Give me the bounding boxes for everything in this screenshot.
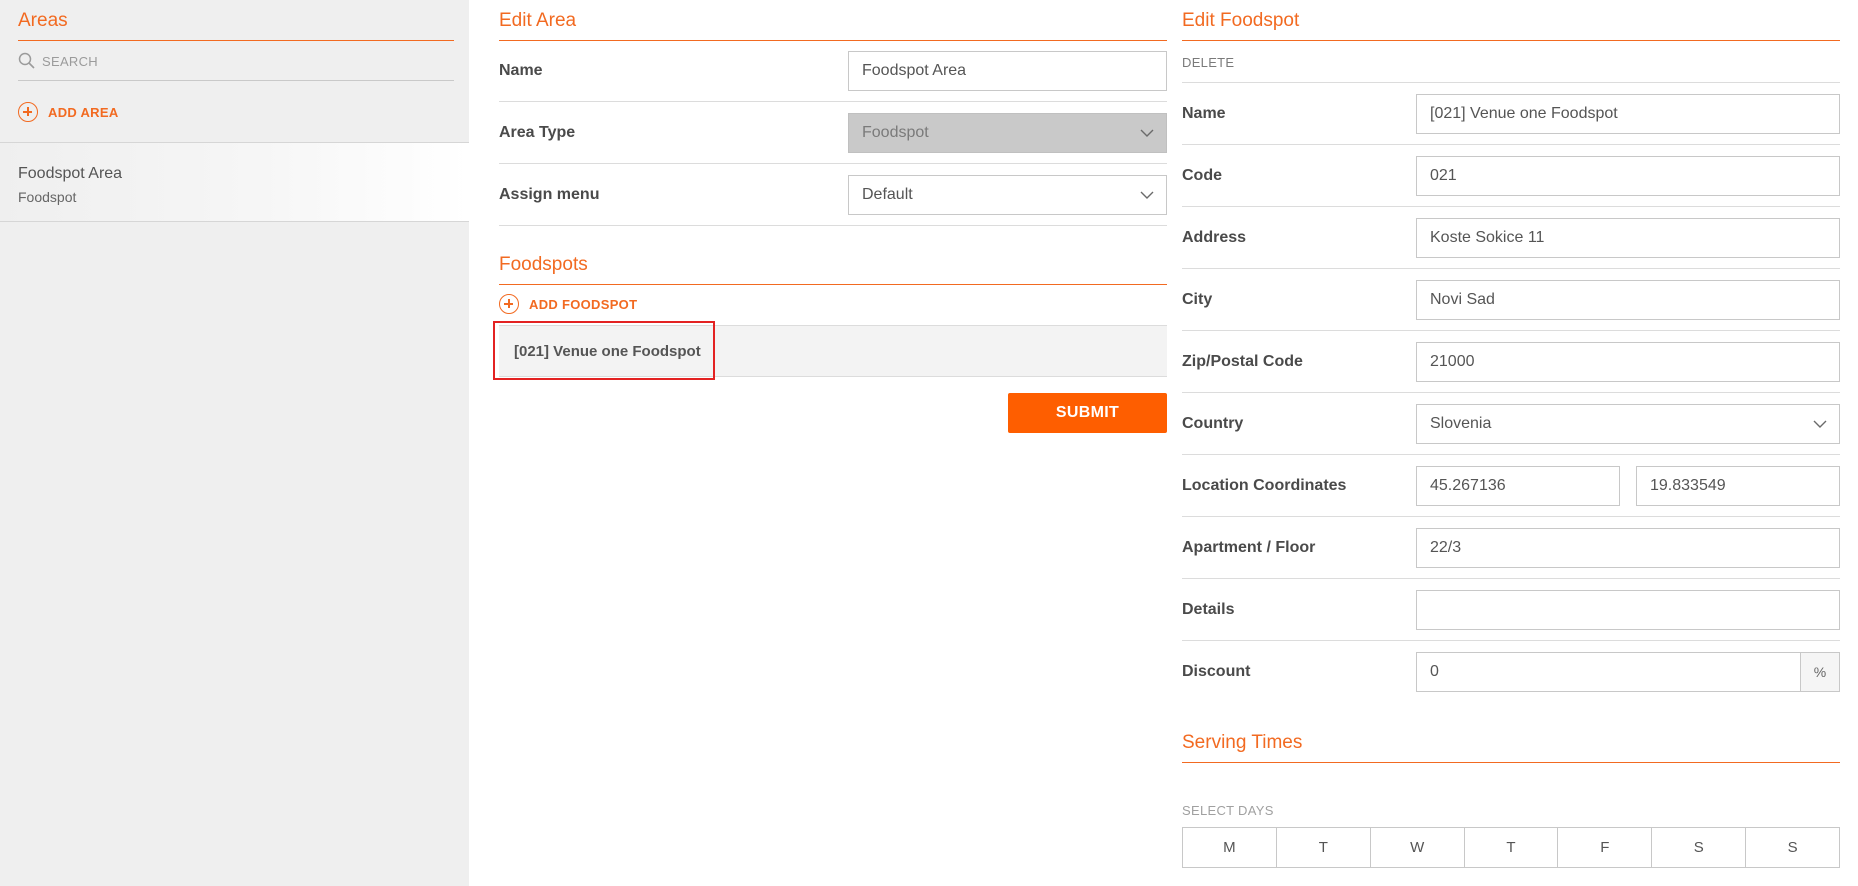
- edit-area-title: Edit Area: [499, 10, 577, 31]
- discount-input[interactable]: 0 %: [1416, 652, 1840, 692]
- add-foodspot-button[interactable]: ADD FOODSPOT: [499, 294, 637, 314]
- country-row: Country Slovenia: [1182, 393, 1840, 455]
- search-input[interactable]: [42, 54, 442, 69]
- details-input[interactable]: [1416, 589, 1840, 630]
- chevron-down-icon: [1140, 191, 1154, 199]
- location-row: Location Coordinates 45.267136 19.833549: [1182, 455, 1840, 517]
- foodspot-name-label: Name: [1182, 104, 1226, 122]
- add-circle-icon: [499, 294, 519, 314]
- foodspots-title: Foodspots: [499, 254, 588, 275]
- city-input[interactable]: Novi Sad: [1416, 279, 1840, 320]
- areas-title-rule: [18, 40, 454, 41]
- area-type-value: Foodspot: [862, 123, 929, 141]
- apartment-row: Apartment / Floor 22/3: [1182, 517, 1840, 579]
- country-select[interactable]: Slovenia: [1416, 403, 1840, 444]
- code-input[interactable]: 021: [1416, 155, 1840, 196]
- zip-row: Zip/Postal Code 21000: [1182, 331, 1840, 393]
- delete-button[interactable]: DELETE: [1182, 55, 1234, 70]
- day-selector: M T W T F S S: [1182, 827, 1840, 868]
- day-tuesday[interactable]: T: [1277, 828, 1371, 867]
- add-area-button[interactable]: ADD AREA: [18, 102, 119, 122]
- foodspot-list-item[interactable]: [021] Venue one Foodspot: [493, 321, 1167, 380]
- day-monday[interactable]: M: [1183, 828, 1277, 867]
- assign-menu-select[interactable]: Default: [848, 174, 1167, 215]
- serving-times-rule: [1182, 762, 1840, 763]
- day-saturday[interactable]: S: [1652, 828, 1747, 867]
- zip-input[interactable]: 21000: [1416, 341, 1840, 382]
- area-type-row: Area Type Foodspot: [499, 102, 1167, 164]
- details-row: Details: [1182, 579, 1840, 641]
- day-thursday[interactable]: T: [1465, 828, 1559, 867]
- chevron-down-icon: [1813, 420, 1827, 428]
- discount-label: Discount: [1182, 663, 1251, 680]
- search-icon: [18, 52, 35, 69]
- area-name-label: Name: [499, 61, 543, 79]
- area-item-type: Foodspot: [18, 189, 77, 205]
- latitude-input[interactable]: 45.267136: [1416, 465, 1620, 506]
- foodspot-name-row: Name [021] Venue one Foodspot: [1182, 83, 1840, 145]
- discount-row: Discount 0 %: [1182, 641, 1840, 703]
- edit-foodspot-panel: Edit Foodspot DELETE Name [021] Venue on…: [1182, 0, 1840, 886]
- percent-addon: %: [1800, 653, 1839, 691]
- area-list-item[interactable]: Foodspot Area Foodspot: [0, 142, 469, 222]
- address-label: Address: [1182, 228, 1247, 246]
- apartment-label: Apartment / Floor: [1182, 538, 1316, 556]
- address-row: Address Koste Sokice 11: [1182, 207, 1840, 269]
- day-friday[interactable]: F: [1558, 828, 1653, 867]
- area-item-name: Foodspot Area: [18, 165, 123, 182]
- areas-sidebar: Areas ADD AREA Foodspot Area Foodspot: [0, 0, 469, 886]
- edit-foodspot-rule: [1182, 40, 1840, 41]
- assign-menu-label: Assign menu: [499, 185, 600, 203]
- search-box[interactable]: [18, 52, 454, 81]
- foodspot-name-input[interactable]: [021] Venue one Foodspot: [1416, 93, 1840, 134]
- country-label: Country: [1182, 414, 1244, 432]
- add-foodspot-label: ADD FOODSPOT: [529, 296, 638, 312]
- code-row: Code 021: [1182, 145, 1840, 207]
- chevron-down-icon: [1140, 129, 1154, 137]
- discount-value: 0: [1430, 663, 1439, 680]
- area-type-label: Area Type: [499, 123, 576, 141]
- day-sunday[interactable]: S: [1746, 828, 1839, 867]
- zip-label: Zip/Postal Code: [1182, 352, 1303, 370]
- foodspots-rule: [499, 284, 1167, 285]
- edit-area-panel: Edit Area Name Foodspot Area Area Type F…: [493, 0, 1167, 886]
- area-type-select: Foodspot: [848, 112, 1167, 153]
- area-name-input[interactable]: Foodspot Area: [848, 50, 1167, 91]
- submit-button[interactable]: SUBMIT: [1008, 393, 1167, 433]
- select-days-label: SELECT DAYS: [1182, 803, 1274, 818]
- foodspot-item-label: [021] Venue one Foodspot: [514, 343, 701, 360]
- assign-menu-row: Assign menu Default: [499, 164, 1167, 226]
- areas-title: Areas: [18, 10, 68, 31]
- location-label: Location Coordinates: [1182, 476, 1347, 494]
- longitude-input[interactable]: 19.833549: [1636, 465, 1840, 506]
- city-label: City: [1182, 290, 1213, 308]
- details-label: Details: [1182, 600, 1235, 618]
- apartment-input[interactable]: 22/3: [1416, 527, 1840, 568]
- add-circle-icon: [18, 102, 38, 122]
- add-area-label: ADD AREA: [48, 104, 119, 120]
- city-row: City Novi Sad: [1182, 269, 1840, 331]
- address-input[interactable]: Koste Sokice 11: [1416, 217, 1840, 258]
- code-label: Code: [1182, 166, 1222, 184]
- serving-times-title: Serving Times: [1182, 732, 1303, 753]
- edit-foodspot-title: Edit Foodspot: [1182, 10, 1300, 31]
- country-value: Slovenia: [1430, 414, 1492, 432]
- area-name-row: Name Foodspot Area: [499, 40, 1167, 102]
- assign-menu-value: Default: [862, 185, 913, 203]
- day-wednesday[interactable]: W: [1371, 828, 1465, 867]
